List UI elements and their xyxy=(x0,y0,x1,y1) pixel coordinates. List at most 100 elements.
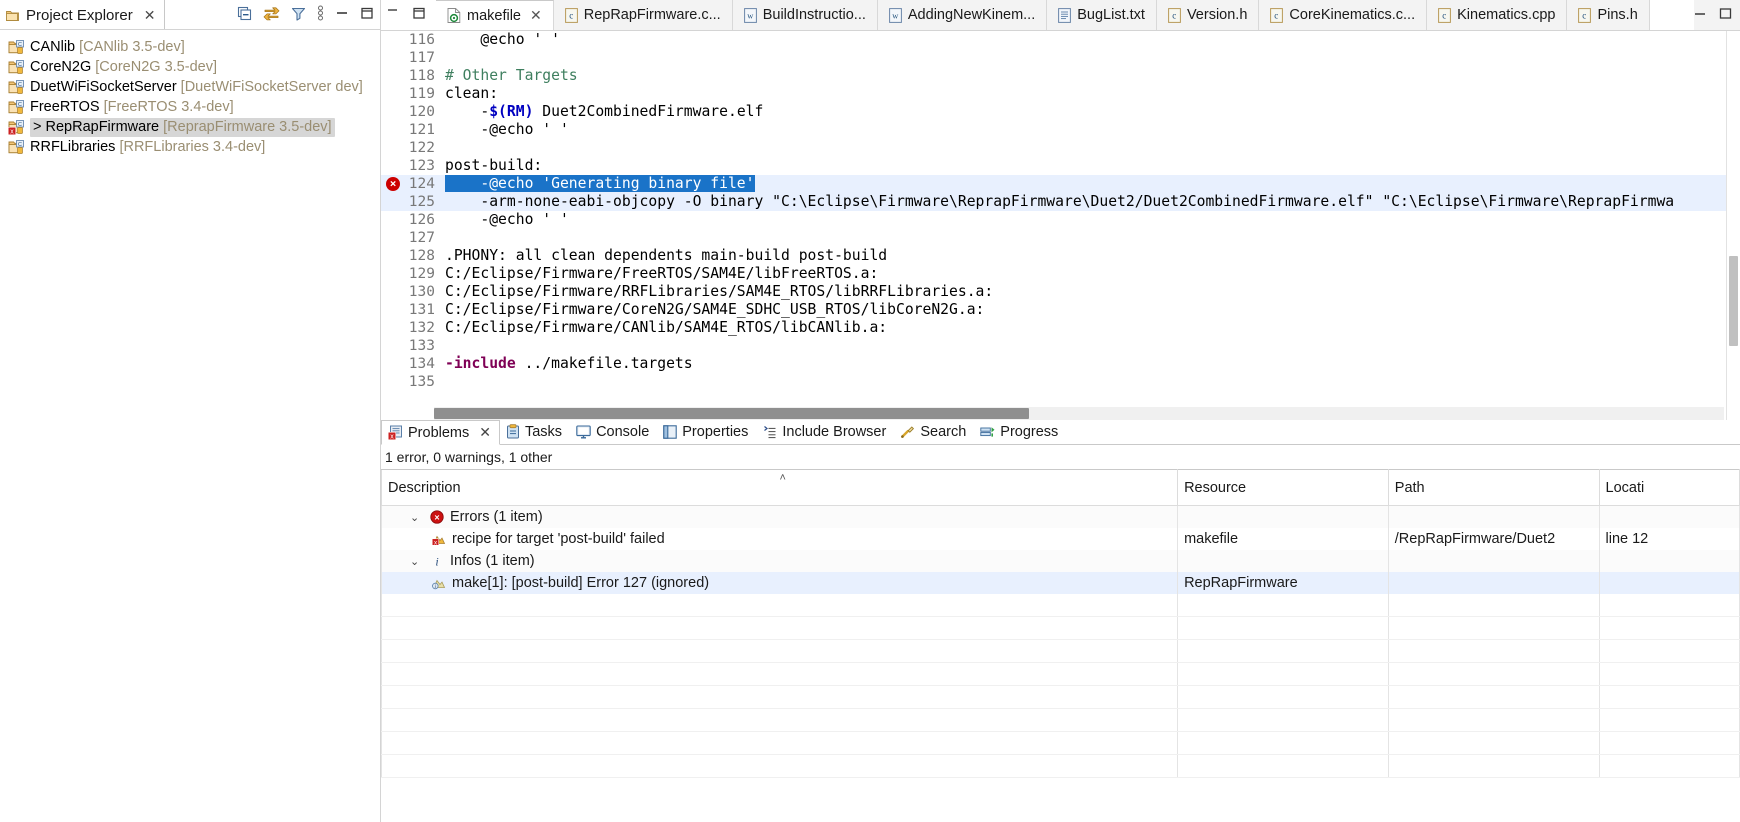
makefile-editor[interactable]: 116 @echo ' ' 117 118 # Other Targets 119 cle… xyxy=(381,30,1740,420)
code-text[interactable]: C:/Eclipse/Firmware/RRFLibraries/SAM4E_R… xyxy=(437,283,1740,301)
view-tab-console[interactable]: Console xyxy=(570,419,657,444)
problems-group-row[interactable]: ⌄ i Infos (1 item) xyxy=(380,550,1740,572)
close-icon[interactable]: ✕ xyxy=(144,7,156,24)
code-text[interactable]: -arm-none-eabi-objcopy -O binary "C:\Ecl… xyxy=(437,193,1740,211)
code-line[interactable]: 132 C:/Eclipse/Firmware/CANlib/SAM4E_RTOS… xyxy=(381,319,1740,337)
code-line[interactable]: 121 -@echo ' ' xyxy=(381,121,1740,139)
code-text[interactable]: -@echo 'Generating binary file' xyxy=(437,175,1740,193)
code-line[interactable]: 117 xyxy=(381,49,1740,67)
code-line[interactable]: 134 -include ../makefile.targets xyxy=(381,355,1740,373)
code-line[interactable]: 123 post-build: xyxy=(381,157,1740,175)
editor-tab-pinsh[interactable]: c Pins.h xyxy=(1567,0,1650,30)
editor-tab-makefile[interactable]: makefile ✕ xyxy=(436,0,554,30)
code-line[interactable]: 126 -@echo ' ' xyxy=(381,211,1740,229)
close-icon[interactable]: ✕ xyxy=(479,424,491,441)
code-text[interactable]: C:/Eclipse/Firmware/CANlib/SAM4E_RTOS/li… xyxy=(437,319,1740,337)
code-line[interactable]: 131 C:/Eclipse/Firmware/CoreN2G/SAM4E_SDH… xyxy=(381,301,1740,319)
editor-tab-buglisttxt[interactable]: BugList.txt xyxy=(1047,0,1157,30)
code-line[interactable]: 133 xyxy=(381,337,1740,355)
code-text[interactable]: C:/Eclipse/Firmware/CoreN2G/SAM4E_SDHC_U… xyxy=(437,301,1740,319)
code-line[interactable]: × 124 -@echo 'Generating binary file' xyxy=(381,175,1740,193)
column-header-description[interactable]: ˄ Description xyxy=(380,469,1179,506)
link-with-editor-icon[interactable] xyxy=(263,6,280,21)
maximize-icon[interactable] xyxy=(360,6,374,20)
horizontal-scrollbar-thumb[interactable] xyxy=(434,408,1029,419)
code-line[interactable]: 122 xyxy=(381,139,1740,157)
column-header-locati[interactable]: Locati xyxy=(1598,469,1740,506)
code-line[interactable]: 118 # Other Targets xyxy=(381,67,1740,85)
code-line[interactable]: 128 .PHONY: all clean dependents main-bui… xyxy=(381,247,1740,265)
code-text[interactable]: -@echo ' ' xyxy=(437,121,1740,139)
editor-tab-buildinstructio[interactable]: w BuildInstructio... xyxy=(732,0,878,30)
code-line[interactable]: 129 C:/Eclipse/Firmware/FreeRTOS/SAM4E/li… xyxy=(381,265,1740,283)
project-item-rrflibraries[interactable]: C RRFLibraries [RRFLibraries 3.4-dev] xyxy=(0,137,380,157)
view-menu-icon[interactable] xyxy=(317,5,324,21)
code-line[interactable]: 135 xyxy=(381,373,1740,391)
filter-icon[interactable] xyxy=(291,6,306,21)
editor-minimize-icon[interactable] xyxy=(1694,7,1707,24)
project-item-canlib[interactable]: C CANlib [CANlib 3.5-dev] xyxy=(0,37,380,57)
code-line[interactable]: 130 C:/Eclipse/Firmware/RRFLibraries/SAM4… xyxy=(381,283,1740,301)
chevron-down-icon[interactable]: ⌄ xyxy=(410,555,424,568)
view-tab-tasks[interactable]: Tasks xyxy=(500,419,570,444)
code-line[interactable]: 120 -$(RM) Duet2CombinedFirmware.elf xyxy=(381,103,1740,121)
problems-group-row[interactable]: ⌄ × Errors (1 item) xyxy=(380,505,1740,528)
code-text[interactable]: C:/Eclipse/Firmware/FreeRTOS/SAM4E/libFr… xyxy=(437,265,1740,283)
code-line[interactable]: 116 @echo ' ' xyxy=(381,31,1740,49)
close-icon[interactable]: ✕ xyxy=(530,7,542,24)
line-error-marker[interactable]: × xyxy=(381,175,403,193)
editor-tab-reprapfirmwarec[interactable]: c RepRapFirmware.c... xyxy=(553,0,733,30)
view-tab-problems[interactable]: x Problems ✕ xyxy=(381,420,500,445)
collapse-all-icon[interactable] xyxy=(237,6,252,21)
code-line[interactable]: 127 xyxy=(381,229,1740,247)
maximize-editor-icon[interactable] xyxy=(412,6,426,24)
project-item-reprapfirmware[interactable]: Cx > RepRapFirmware [ReprapFirmware 3.5-d… xyxy=(0,117,380,137)
code-text[interactable]: -@echo ' ' xyxy=(437,211,1740,229)
editor-tab-kinematicscpp[interactable]: c Kinematics.cpp xyxy=(1427,0,1568,30)
problems-table-row[interactable]: x recipe for target 'post-build' failed ma… xyxy=(380,528,1740,550)
problems-table-row[interactable]: i make[1]: [post-build] Error 127 (ignore… xyxy=(380,572,1740,594)
code-line[interactable]: 119 clean: xyxy=(381,85,1740,103)
chevron-down-icon[interactable]: ⌄ xyxy=(410,511,424,524)
code-text[interactable] xyxy=(437,229,1740,247)
restore-icon[interactable] xyxy=(387,7,400,24)
code-text[interactable] xyxy=(437,373,1740,391)
editor-maximize-icon[interactable] xyxy=(1719,7,1732,24)
project-branch-label: [CoreN2G 3.5-dev] xyxy=(91,59,217,75)
project-item-label-wrap: CoreN2G [CoreN2G 3.5-dev] xyxy=(30,59,217,75)
vertical-scrollbar[interactable] xyxy=(1726,31,1740,420)
code-text[interactable]: post-build: xyxy=(437,157,1740,175)
column-header-resource[interactable]: Resource xyxy=(1177,469,1389,506)
editor-tab-versionh[interactable]: c Version.h xyxy=(1156,0,1260,30)
code-text[interactable]: .PHONY: all clean dependents main-build … xyxy=(437,247,1740,265)
code-lines[interactable]: 116 @echo ' ' 117 118 # Other Targets 119 cle… xyxy=(381,31,1740,391)
minimize-icon[interactable] xyxy=(335,6,349,20)
code-text[interactable]: # Other Targets xyxy=(437,67,1740,85)
project-item-coren2g[interactable]: C CoreN2G [CoreN2G 3.5-dev] xyxy=(0,57,380,77)
line-number: 119 xyxy=(408,86,435,102)
problem-location-cell xyxy=(1598,550,1740,572)
project-item-freertos[interactable]: C FreeRTOS [FreeRTOS 3.4-dev] xyxy=(0,97,380,117)
code-text[interactable]: -include ../makefile.targets xyxy=(437,355,1740,373)
code-text[interactable] xyxy=(437,139,1740,157)
code-text[interactable] xyxy=(437,337,1740,355)
code-text[interactable]: clean: xyxy=(437,85,1740,103)
code-text[interactable]: @echo ' ' xyxy=(437,31,1740,49)
view-tab-properties[interactable]: Properties xyxy=(657,419,756,444)
code-text[interactable] xyxy=(437,49,1740,67)
editor-tab-addingnewkinem[interactable]: w AddingNewKinem... xyxy=(877,0,1048,30)
project-item-duetwifisocketserver[interactable]: C DuetWiFiSocketServer [DuetWiFiSocketSer… xyxy=(0,77,380,97)
empty-cell xyxy=(380,662,1179,686)
editor-tab-corekinematicsc[interactable]: c CoreKinematics.c... xyxy=(1259,0,1428,30)
tab-project-explorer[interactable]: Project Explorer ✕ xyxy=(0,0,166,30)
view-tab-progress[interactable]: Progress xyxy=(974,419,1066,444)
vertical-scrollbar-thumb[interactable] xyxy=(1729,256,1738,346)
view-tab-includebrowser[interactable]: Include Browser xyxy=(756,419,894,444)
code-text[interactable]: -$(RM) Duet2CombinedFirmware.elf xyxy=(437,103,1740,121)
project-explorer-tab-label: Project Explorer xyxy=(26,6,133,24)
empty-cell xyxy=(380,708,1179,732)
code-line[interactable]: 125 -arm-none-eabi-objcopy -O binary "C:… xyxy=(381,193,1740,211)
svg-text:×: × xyxy=(434,513,439,523)
column-header-path[interactable]: Path xyxy=(1387,469,1600,506)
view-tab-search[interactable]: Search xyxy=(894,419,974,444)
